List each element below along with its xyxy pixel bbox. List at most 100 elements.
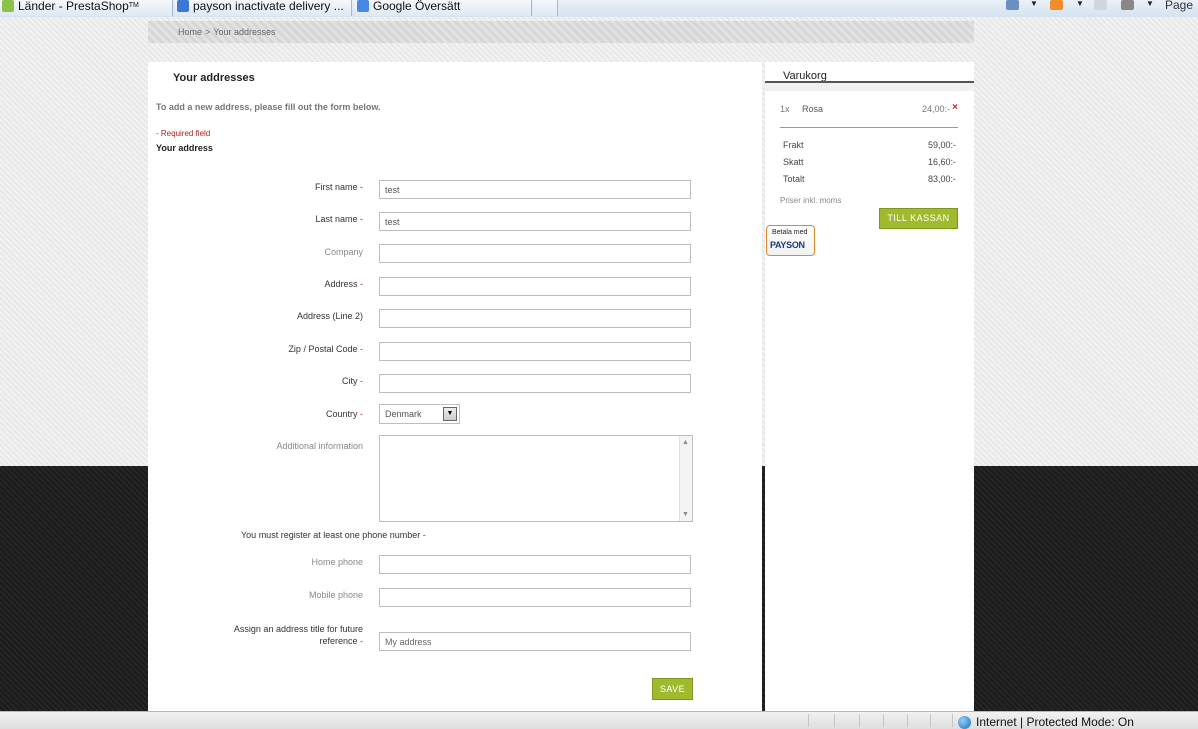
company-field[interactable] [379,244,691,263]
required-mark: - [360,636,363,646]
checkout-button[interactable]: TILL KASSAN [879,208,958,229]
chevron-down-icon[interactable]: ▼ [1030,0,1038,8]
google-icon [177,0,189,12]
scroll-down-icon[interactable]: ▼ [682,511,689,518]
cart-header-rule [765,81,974,91]
payson-badge: Betala med PAYSON [766,225,815,256]
phone-requirement-note: You must register at least one phone num… [241,530,426,540]
tab-google-translate[interactable]: Google Översätt [355,0,532,16]
divider [907,714,908,727]
breadcrumb-current: Your addresses [213,27,276,37]
city-field[interactable] [379,374,691,393]
required-mark: - [422,530,426,540]
alias-field[interactable]: My address [379,632,691,651]
browser-status-bar: Internet | Protected Mode: On [0,711,1198,729]
scroll-up-icon[interactable]: ▲ [682,439,689,446]
intro-text: To add a new address, please fill out th… [156,102,381,112]
postcode-label-text: Zip / Postal Code [288,344,358,354]
alias-label: Assign an address title for future refer… [148,623,363,647]
translate-icon [357,0,369,12]
payson-badge-logo: PAYSON [770,240,805,250]
page-menu[interactable]: Page [1165,0,1193,11]
print-icon[interactable] [1121,0,1134,10]
divider [883,714,884,727]
divider [834,714,835,727]
cart-sidebar: Varukorg 1x Rosa 24,00:- × Frakt 59,00:-… [765,62,974,711]
home-phone-field[interactable] [379,555,691,574]
address2-label: Address (Line 2) [296,311,363,321]
section-heading: Your address [156,143,213,153]
divider [952,714,953,727]
city-label-text: City [341,376,358,386]
required-mark: - [360,279,363,289]
additional-info-textarea[interactable]: ▲ ▼ [379,435,693,522]
chevron-down-icon[interactable]: ▼ [1146,0,1154,8]
tab-google-search[interactable]: payson inactivate delivery ... [175,0,352,16]
breadcrumb-separator: > [205,27,211,37]
mobile-phone-label: Mobile phone [308,590,363,600]
total-value: 83,00:- [927,174,956,184]
city-label: City - [148,376,363,386]
lastname-label-text: Last name [315,214,358,224]
shipping-label: Frakt [783,140,804,150]
alias-label-line1: Assign an address title for future [233,624,363,634]
postcode-field[interactable] [379,342,691,361]
address-field[interactable] [379,277,691,296]
required-mark: - [360,344,363,354]
lastname-field[interactable]: test [379,212,691,231]
payson-badge-line1: Betala med [772,229,808,236]
address2-field[interactable] [379,309,691,328]
chevron-down-icon[interactable]: ▼ [443,407,457,421]
cart-item-qty: 1x [780,104,790,114]
shipping-value: 59,00:- [927,140,956,150]
tab-label: payson inactivate delivery ... [193,0,344,13]
trademark-mark: TM [128,2,139,9]
page-title: Your addresses [173,72,255,84]
country-label: Country - [148,409,363,419]
globe-icon [958,716,971,729]
required-mark: - [360,376,363,386]
address-label-text: Address [324,279,358,289]
postcode-label: Zip / Postal Code - [148,344,363,354]
browser-tab-bar: Länder - PrestaShopTM payson inactivate … [0,0,1198,18]
country-value: Denmark [385,409,422,419]
rss-icon[interactable] [1050,0,1063,10]
security-zone[interactable]: Internet | Protected Mode: On [958,716,1134,729]
remove-item-icon[interactable]: × [952,102,958,113]
breadcrumb-bar: Home > Your addresses [148,21,974,43]
address-form-panel: Your addresses To add a new address, ple… [148,62,762,711]
cart-item-price: 24,00:- [921,104,950,114]
country-label-text: Country [325,409,358,419]
required-mark: - [360,409,363,419]
cart-item-name[interactable]: Rosa [802,104,823,114]
company-label: Company [324,247,363,257]
required-mark: - [360,214,363,224]
tab-prestashop[interactable]: Länder - PrestaShopTM [0,0,173,16]
mail-icon[interactable] [1094,0,1107,10]
required-mark: - [360,182,363,192]
alias-label-line2: reference [319,636,358,646]
mobile-phone-field[interactable] [379,588,691,607]
breadcrumb: Home > Your addresses [178,27,276,37]
divider [780,127,958,128]
total-label: Totalt [783,174,805,184]
home-icon[interactable] [1006,0,1019,10]
lastname-label: Last name - [148,214,363,224]
breadcrumb-home[interactable]: Home [178,27,202,37]
new-tab-button[interactable] [533,0,558,16]
security-zone-text: Internet | Protected Mode: On [976,715,1134,729]
prices-incl-vat-note: Priser inkl. moms [780,196,842,205]
divider [930,714,931,727]
home-phone-label: Home phone [311,557,363,567]
firstname-label-text: First name [314,182,358,192]
chevron-down-icon[interactable]: ▼ [1076,0,1084,8]
tax-label: Skatt [783,157,804,167]
firstname-field[interactable]: test [379,180,691,199]
save-button[interactable]: SAVE [652,678,693,700]
firstname-label: First name - [148,182,363,192]
divider [859,714,860,727]
address-label: Address - [148,279,363,289]
phone-note-text: You must register at least one phone num… [241,530,421,540]
textarea-scrollbar[interactable]: ▲ ▼ [679,436,692,521]
country-select[interactable]: Denmark ▼ [379,404,460,424]
